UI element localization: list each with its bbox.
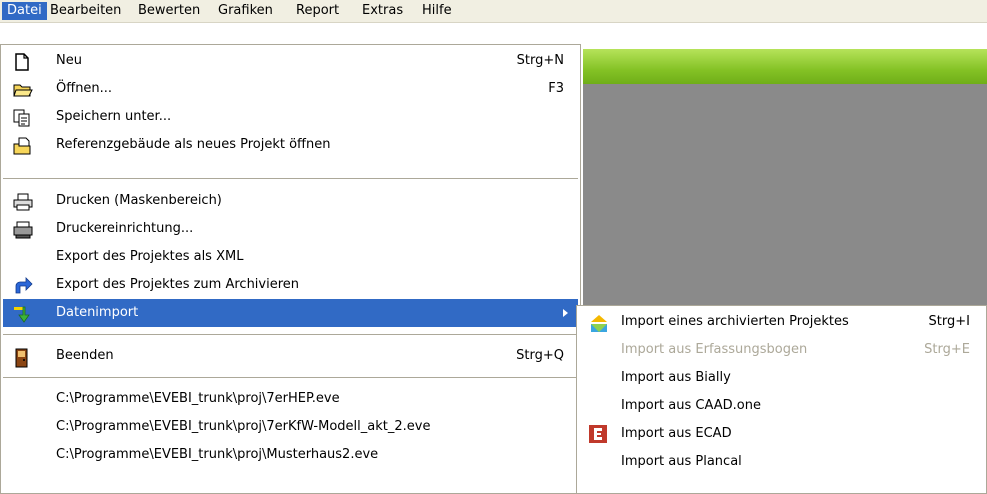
- menu-item-shortcut: Strg+Q: [516, 348, 564, 363]
- recent-file-item[interactable]: C:\Programme\EVEBI_trunk\proj\Musterhaus…: [3, 441, 578, 469]
- menu-item-drucken[interactable]: Drucken (Maskenbereich): [3, 187, 578, 215]
- menu-item-speichern-unter[interactable]: Speichern unter...: [3, 103, 578, 131]
- menu-item-referenzgebaeude[interactable]: Referenzgebäude als neues Projekt öffnen: [3, 131, 578, 159]
- ecad-logo-icon: [589, 425, 607, 443]
- recent-file-item[interactable]: C:\Programme\EVEBI_trunk\proj\7erHEP.eve: [3, 385, 578, 413]
- submenu-item-import-archiv[interactable]: Import eines archivierten Projektes Strg…: [579, 308, 984, 336]
- menu-item-label: Druckereinrichtung...: [56, 221, 194, 236]
- menu-separator: [3, 334, 578, 335]
- submenu-item-shortcut: Strg+E: [924, 342, 970, 357]
- submenu-item-label: Import aus Erfassungsbogen: [621, 342, 808, 357]
- menu-hilfe[interactable]: Hilfe: [417, 2, 457, 20]
- recent-file-path: C:\Programme\EVEBI_trunk\proj\Musterhaus…: [56, 447, 379, 462]
- submenu-item-import-plancal[interactable]: Import aus Plancal: [579, 448, 984, 476]
- submenu-item-import-caad[interactable]: Import aus CAAD.one: [579, 392, 984, 420]
- menu-item-label: Export des Projektes als XML: [56, 249, 244, 264]
- menu-separator: [3, 377, 578, 378]
- menu-item-label: Drucken (Maskenbereich): [56, 193, 222, 208]
- submenu-item-label: Import aus CAAD.one: [621, 398, 761, 413]
- menu-item-label: Referenzgebäude als neues Projekt öffnen: [56, 137, 331, 152]
- file-menu: Neu Strg+N Öffnen... F3 Speichern unter.…: [0, 44, 581, 494]
- submenu-item-import-ecad[interactable]: Import aus ECAD: [579, 420, 984, 448]
- menu-item-neu[interactable]: Neu Strg+N: [3, 47, 578, 75]
- menu-datei[interactable]: Datei: [2, 2, 47, 20]
- save-as-icon: [13, 109, 31, 127]
- menu-item-druckereinrichtung[interactable]: Druckereinrichtung...: [3, 215, 578, 243]
- submenu-arrow-icon: [563, 309, 568, 317]
- menu-item-shortcut: Strg+N: [516, 53, 564, 68]
- submenu-item-import-erfassungsbogen: Import aus Erfassungsbogen Strg+E: [579, 336, 984, 364]
- menu-bearbeiten[interactable]: Bearbeiten: [45, 2, 126, 20]
- menu-bar: Datei Bearbeiten Bewerten Grafiken Repor…: [0, 0, 987, 23]
- menu-bewerten[interactable]: Bewerten: [133, 2, 205, 20]
- recent-file-path: C:\Programme\EVEBI_trunk\proj\7erKfW-Mod…: [56, 419, 431, 434]
- printer-icon: [13, 193, 33, 211]
- menu-item-label: Datenimport: [56, 305, 139, 320]
- menu-separator: [3, 178, 578, 179]
- header-accent-bar: [583, 49, 987, 84]
- menu-item-label: Speichern unter...: [56, 109, 172, 124]
- menu-item-label: Neu: [56, 53, 82, 68]
- submenu-item-label: Import aus ECAD: [621, 426, 732, 441]
- exit-door-icon: [13, 348, 31, 368]
- recent-file-path: C:\Programme\EVEBI_trunk\proj\7erHEP.eve: [56, 391, 340, 406]
- content-panel: [583, 84, 987, 306]
- import-submenu: Import eines archivierten Projektes Strg…: [576, 305, 987, 494]
- submenu-item-label: Import eines archivierten Projektes: [621, 314, 849, 329]
- recent-file-item[interactable]: C:\Programme\EVEBI_trunk\proj\7erKfW-Mod…: [3, 413, 578, 441]
- export-arrow-icon: [13, 277, 33, 294]
- menu-item-label: Öffnen...: [56, 81, 113, 96]
- archive-import-icon: [589, 313, 607, 332]
- menu-item-export-xml[interactable]: Export des Projektes als XML: [3, 243, 578, 271]
- menu-item-label: Export des Projektes zum Archivieren: [56, 277, 300, 292]
- new-document-icon: [13, 53, 31, 71]
- menu-item-shortcut: F3: [548, 81, 564, 96]
- menu-item-datenimport[interactable]: Datenimport: [3, 299, 578, 327]
- menu-item-label: Beenden: [56, 348, 114, 363]
- menu-item-beenden[interactable]: Beenden Strg+Q: [3, 342, 578, 370]
- menu-report[interactable]: Report: [291, 2, 344, 20]
- printer-setup-icon: [13, 221, 33, 239]
- menu-item-oeffnen[interactable]: Öffnen... F3: [3, 75, 578, 103]
- submenu-item-label: Import aus Bially: [621, 370, 731, 385]
- import-arrow-icon: [13, 305, 31, 323]
- submenu-item-shortcut: Strg+I: [928, 314, 970, 329]
- submenu-item-label: Import aus Plancal: [621, 454, 742, 469]
- open-folder-icon: [13, 81, 33, 97]
- menu-grafiken[interactable]: Grafiken: [213, 2, 278, 20]
- menu-extras[interactable]: Extras: [357, 2, 408, 20]
- submenu-item-import-bially[interactable]: Import aus Bially: [579, 364, 984, 392]
- reference-building-icon: [13, 137, 31, 155]
- menu-item-export-archiv[interactable]: Export des Projektes zum Archivieren: [3, 271, 578, 299]
